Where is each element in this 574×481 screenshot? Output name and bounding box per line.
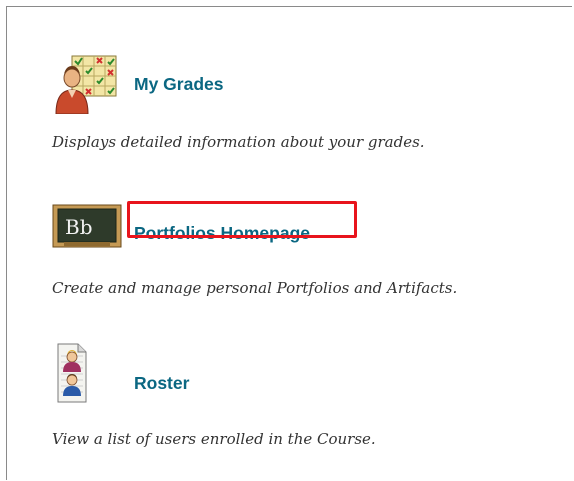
highlight-box	[127, 201, 357, 238]
tools-panel: My Grades Displays detailed information …	[6, 6, 572, 480]
svg-text:Bb: Bb	[65, 215, 93, 239]
portfolios-homepage-description: Create and manage personal Portfolios an…	[52, 279, 458, 297]
roster-link[interactable]: Roster	[134, 373, 189, 394]
blackboard-bb-icon: Bb	[52, 204, 122, 255]
roster-icon	[52, 342, 92, 409]
my-grades-link[interactable]: My Grades	[134, 74, 223, 95]
my-grades-description: Displays detailed information about your…	[52, 133, 425, 151]
grades-icon	[52, 52, 122, 119]
roster-description: View a list of users enrolled in the Cou…	[52, 430, 376, 448]
